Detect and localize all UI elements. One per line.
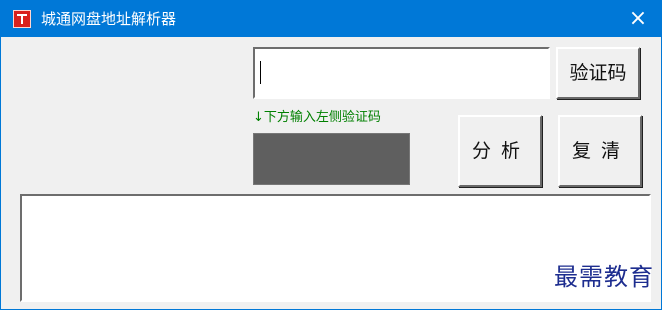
clear-button[interactable]: 复清 <box>558 115 642 187</box>
captcha-hint: ↓下方输入左侧验证码 <box>253 110 381 125</box>
close-icon[interactable]: × <box>615 1 661 37</box>
app-window: 城通网盘地址解析器 × 验证码 ↓下方输入左侧验证码 分析 复清 最需教育 <box>0 0 662 310</box>
window-title: 城通网盘地址解析器 <box>41 10 177 28</box>
captcha-input[interactable] <box>253 47 550 99</box>
text-caret <box>260 61 261 84</box>
left-panel <box>12 46 248 186</box>
captcha-image[interactable] <box>253 133 410 185</box>
app-icon <box>13 10 31 28</box>
analyze-button[interactable]: 分析 <box>458 115 542 187</box>
verify-code-button[interactable]: 验证码 <box>556 47 640 99</box>
title-bar: 城通网盘地址解析器 × <box>1 1 661 37</box>
watermark: 最需教育 <box>554 263 654 291</box>
